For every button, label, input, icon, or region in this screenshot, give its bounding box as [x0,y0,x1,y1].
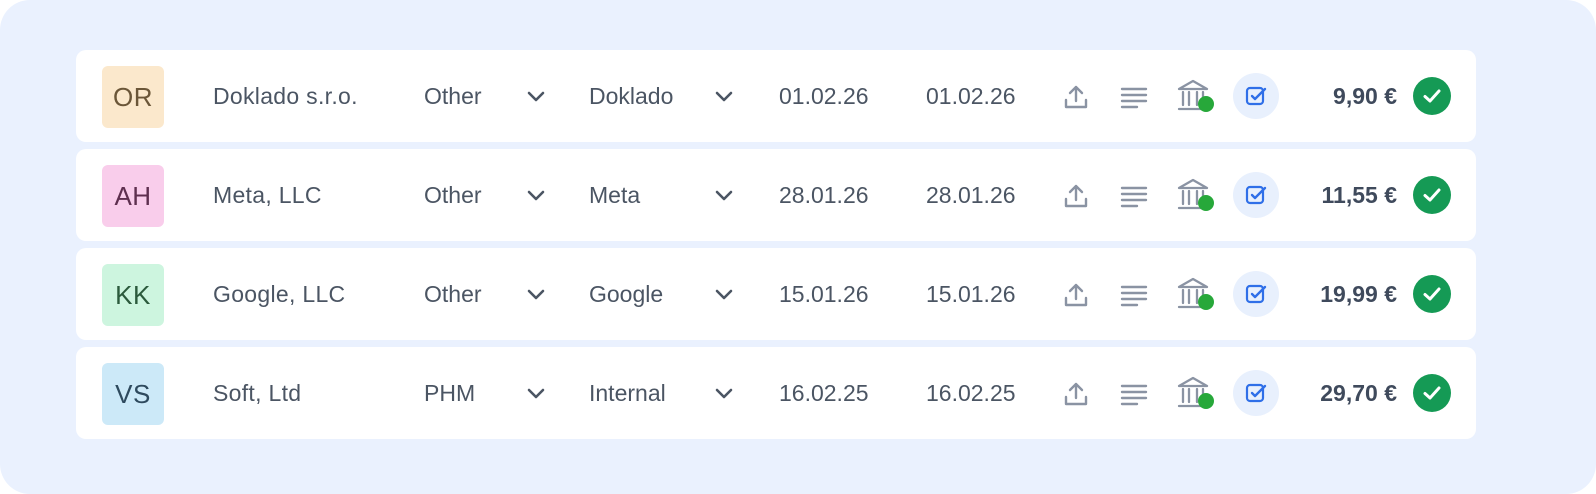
chevron-down-icon[interactable] [712,183,736,207]
notes-button[interactable] [1119,82,1149,112]
list-item[interactable]: AH Meta, LLC Other Meta 28.01.26 28.01.2… [76,149,1476,241]
bank-status-dot [1198,294,1214,310]
avatar: VS [102,363,164,425]
upload-icon [1064,184,1088,208]
company-name: Soft, Ltd [213,379,302,406]
due-date: 15.01.26 [926,280,1016,307]
chevron-down-icon[interactable] [712,381,736,405]
chevron-down-icon[interactable] [524,282,548,306]
task-button[interactable] [1233,271,1279,317]
task-button[interactable] [1233,370,1279,416]
vendor-select[interactable]: Doklado [589,50,673,142]
chevron-down-icon[interactable] [524,183,548,207]
bank-button[interactable] [1176,177,1214,213]
notes-button[interactable] [1119,379,1149,409]
upload-button[interactable] [1061,280,1091,310]
chevron-down-icon[interactable] [524,84,548,108]
status-approved[interactable] [1413,77,1451,115]
chevron-down-icon[interactable] [524,381,548,405]
task-button[interactable] [1233,73,1279,119]
documents-panel: OR Doklado s.r.o. Other Doklado 01.02.26… [0,0,1596,494]
avatar: KK [102,264,164,326]
due-date: 16.02.25 [926,379,1016,406]
check-circle-icon [1423,89,1441,103]
notes-lines-icon [1120,285,1148,307]
bank-button[interactable] [1176,276,1214,312]
issue-date: 15.01.26 [779,280,869,307]
category-select[interactable]: Other [424,149,482,241]
bank-status-dot [1198,195,1214,211]
upload-button[interactable] [1061,82,1091,112]
company-name: Google, LLC [213,280,346,307]
due-date: 01.02.26 [926,82,1016,109]
checkbox-task-icon [1245,284,1267,304]
avatar: AH [102,165,164,227]
vendor-select[interactable]: Google [589,248,663,340]
status-approved[interactable] [1413,275,1451,313]
list-item[interactable]: VS Soft, Ltd PHM Internal 16.02.25 16.02… [76,347,1476,439]
bank-button[interactable] [1176,375,1214,411]
avatar: OR [102,66,164,128]
bank-button[interactable] [1176,78,1214,114]
amount: 9,90 € [1333,82,1397,109]
task-button[interactable] [1233,172,1279,218]
due-date: 28.01.26 [926,181,1016,208]
vendor-select[interactable]: Meta [589,149,640,241]
check-circle-icon [1423,287,1441,301]
issue-date: 01.02.26 [779,82,869,109]
upload-icon [1064,283,1088,307]
vendor-select[interactable]: Internal [589,347,666,439]
status-approved[interactable] [1413,374,1451,412]
checkbox-task-icon [1245,383,1267,403]
category-select[interactable]: Other [424,50,482,142]
check-circle-icon [1423,188,1441,202]
list-item[interactable]: OR Doklado s.r.o. Other Doklado 01.02.26… [76,50,1476,142]
company-name: Meta, LLC [213,181,322,208]
bank-status-dot [1198,393,1214,409]
checkbox-task-icon [1245,86,1267,106]
notes-lines-icon [1120,186,1148,208]
amount: 11,55 € [1321,181,1397,208]
bank-status-dot [1198,96,1214,112]
upload-icon [1064,382,1088,406]
issue-date: 28.01.26 [779,181,869,208]
check-circle-icon [1423,386,1441,400]
documents-list: OR Doklado s.r.o. Other Doklado 01.02.26… [76,50,1476,446]
chevron-down-icon[interactable] [712,282,736,306]
notes-lines-icon [1120,384,1148,406]
status-approved[interactable] [1413,176,1451,214]
amount: 29,70 € [1320,379,1397,406]
notes-button[interactable] [1119,181,1149,211]
amount: 19,99 € [1320,280,1397,307]
list-item[interactable]: KK Google, LLC Other Google 15.01.26 15.… [76,248,1476,340]
notes-button[interactable] [1119,280,1149,310]
notes-lines-icon [1120,87,1148,109]
category-select[interactable]: PHM [424,347,475,439]
upload-button[interactable] [1061,379,1091,409]
upload-button[interactable] [1061,181,1091,211]
company-name: Doklado s.r.o. [213,82,358,109]
chevron-down-icon[interactable] [712,84,736,108]
issue-date: 16.02.25 [779,379,869,406]
checkbox-task-icon [1245,185,1267,205]
upload-icon [1064,85,1088,109]
category-select[interactable]: Other [424,248,482,340]
